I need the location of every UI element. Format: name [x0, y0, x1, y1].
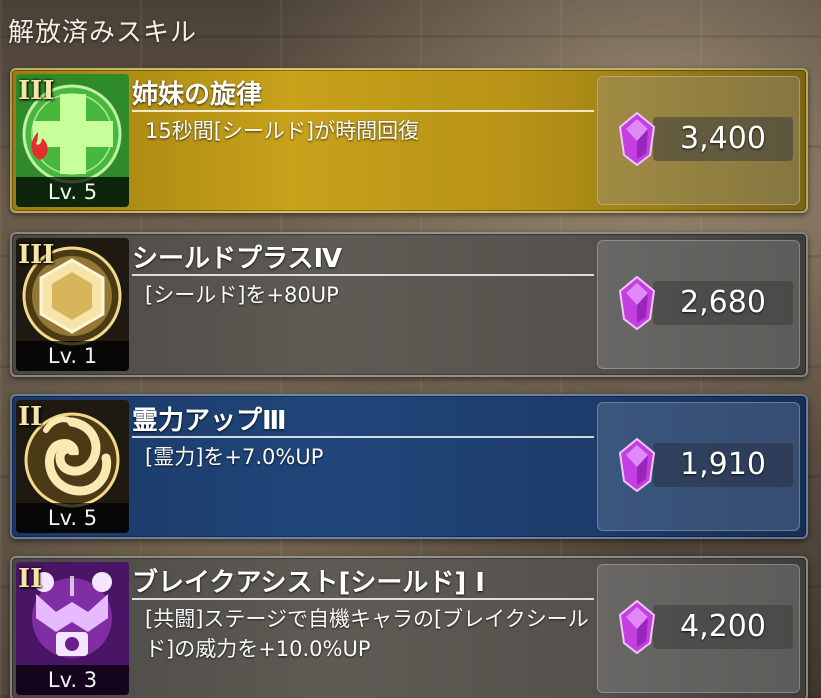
cost-value: 4,200 — [680, 609, 766, 644]
name-divider — [132, 598, 594, 600]
cost-box: 4,200 — [653, 605, 793, 649]
cost-box: 3,400 — [653, 117, 793, 161]
cost-panel[interactable]: 2,680 — [597, 240, 800, 369]
skill-card-4[interactable]: II Lv. 3 ブレイクアシスト[シールド] Ⅰ [共闘]ステージで自機キャラ… — [10, 556, 808, 698]
skill-description: [シールド]を+80UP — [145, 283, 339, 307]
skill-name: 姉妹の旋律 — [132, 80, 263, 110]
skill-name: ブレイクアシスト[シールド] Ⅰ — [132, 568, 485, 598]
skill-rank: III — [18, 240, 55, 270]
skill-level: Lv. 5 — [16, 503, 129, 533]
skill-icon-box: III Lv. 5 — [16, 74, 129, 207]
name-divider — [132, 110, 594, 112]
purple-gem-icon — [618, 275, 656, 331]
name-divider — [132, 274, 594, 276]
skill-level: Lv. 5 — [16, 177, 129, 207]
skill-rank: II — [18, 564, 43, 594]
skill-icon-box: II Lv. 5 — [16, 400, 129, 533]
skill-icon-box: II Lv. 3 — [16, 562, 129, 695]
skill-description: [共闘]ステージで自機キャラの[ブレイクシールド]の威力を+10.0%UP — [145, 607, 589, 661]
purple-gem-icon — [618, 599, 656, 655]
cost-panel[interactable]: 1,910 — [597, 402, 800, 531]
cost-value: 1,910 — [680, 447, 766, 482]
skill-description: 15秒間[シールド]が時間回復 — [145, 119, 420, 143]
cost-panel[interactable]: 4,200 — [597, 564, 800, 693]
skill-card-2[interactable]: III Lv. 1 シールドプラスⅣ [シールド]を+80UP 2,680 — [10, 232, 808, 377]
skill-level: Lv. 3 — [16, 665, 129, 695]
cost-panel[interactable]: 3,400 — [597, 76, 800, 205]
cost-value: 2,680 — [680, 285, 766, 320]
skill-name: 霊力アップⅢ — [132, 406, 287, 436]
skill-card-3[interactable]: II Lv. 5 霊力アップⅢ [霊力]を+7.0%UP 1,910 — [10, 394, 808, 539]
skill-rank: III — [18, 76, 55, 106]
cost-value: 3,400 — [680, 121, 766, 156]
cost-box: 2,680 — [653, 281, 793, 325]
skill-name: シールドプラスⅣ — [132, 244, 343, 274]
skill-description: [霊力]を+7.0%UP — [145, 445, 324, 469]
skill-rank: II — [18, 402, 43, 432]
skill-card-1[interactable]: III Lv. 5 姉妹の旋律 15秒間[シールド]が時間回復 3,400 — [10, 68, 808, 213]
name-divider — [132, 436, 594, 438]
skill-level: Lv. 1 — [16, 341, 129, 371]
purple-gem-icon — [618, 437, 656, 493]
purple-gem-icon — [618, 111, 656, 167]
section-title: 解放済みスキル — [8, 18, 198, 48]
skill-icon-box: III Lv. 1 — [16, 238, 129, 371]
cost-box: 1,910 — [653, 443, 793, 487]
